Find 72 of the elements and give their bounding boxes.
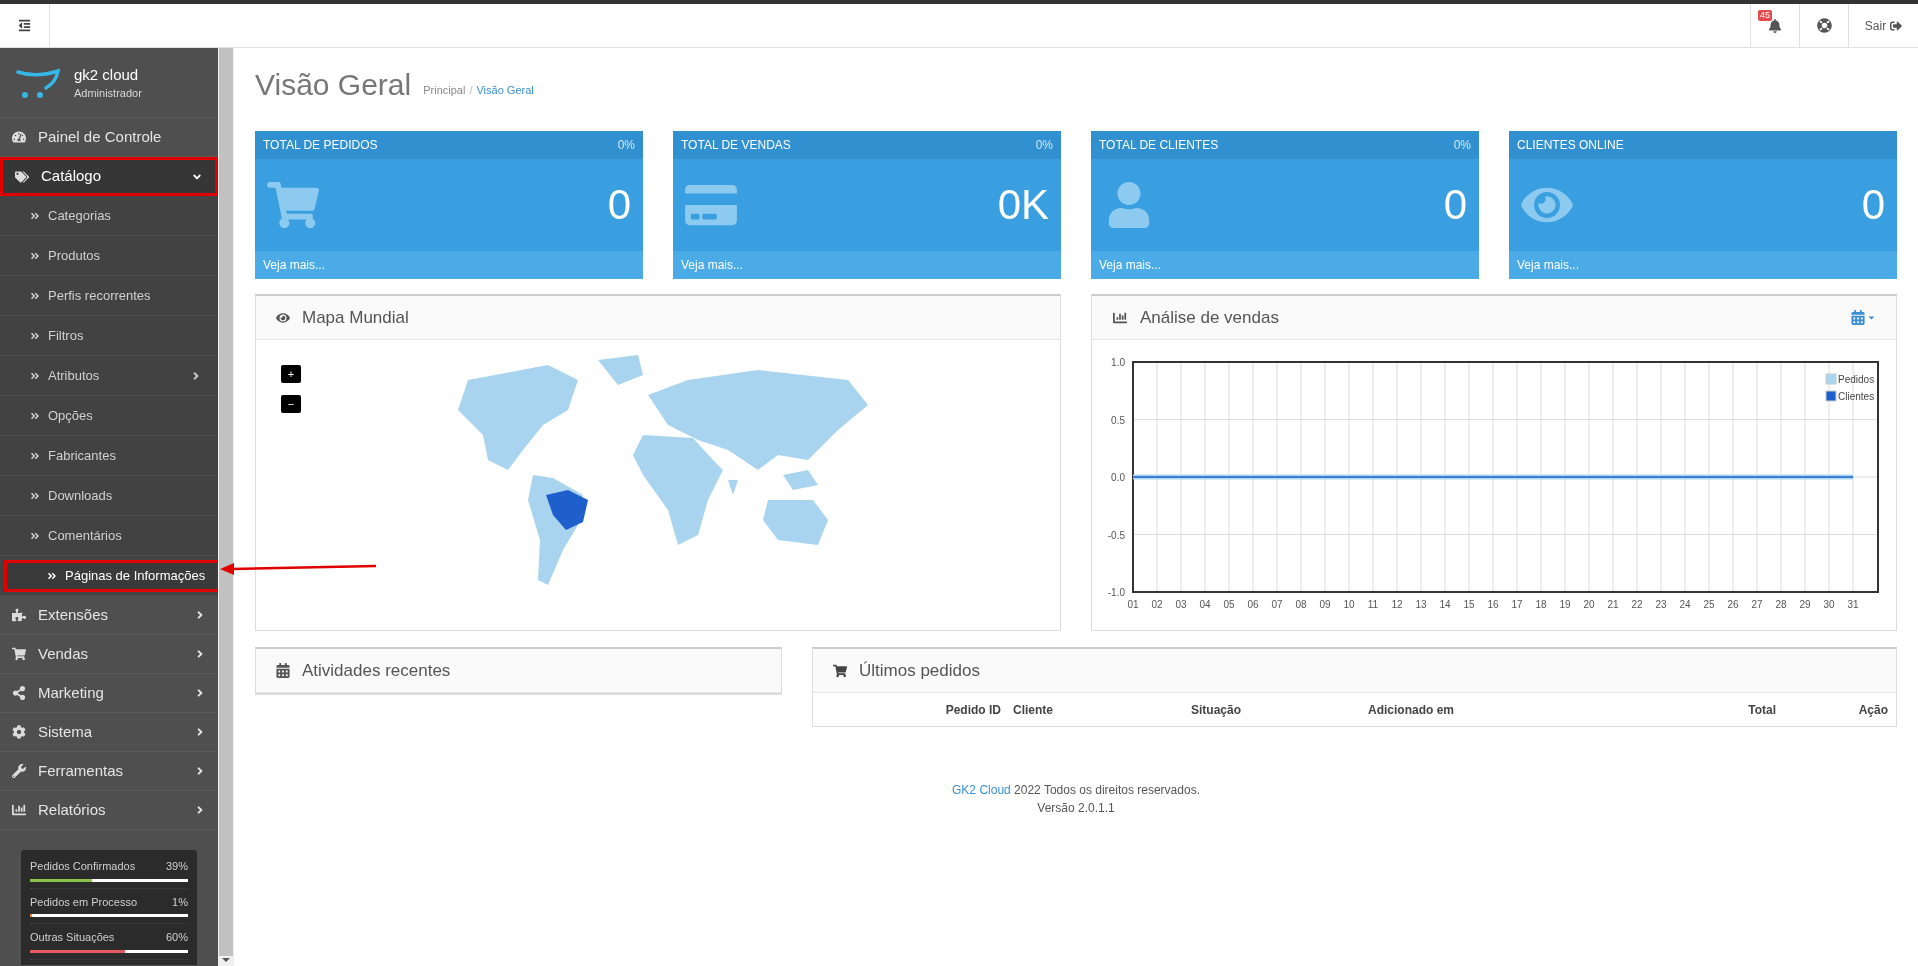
x-tick-label: 18: [1535, 599, 1547, 610]
x-tick-label: 24: [1679, 599, 1691, 610]
x-tick-label: 22: [1631, 599, 1643, 610]
x-tick-label: 26: [1727, 599, 1739, 610]
y-tick-label: 0.0: [1111, 472, 1125, 483]
x-tick-label: 16: [1487, 599, 1499, 610]
x-tick-label: 20: [1583, 599, 1595, 610]
y-tick-label: -0.5: [1107, 529, 1125, 541]
x-tick-label: 02: [1151, 599, 1163, 610]
x-tick-label: 01: [1127, 599, 1139, 610]
stat-reading: 60%: [165, 930, 188, 945]
y-tick-label: -1.0: [1107, 587, 1125, 598]
column-header: Total: [1747, 701, 1776, 719]
notification-badge: 45: [1758, 10, 1772, 21]
stat-reading: 39%: [165, 859, 188, 874]
stat-reading: 1%: [172, 894, 188, 910]
legend-label: Clientes: [1838, 391, 1875, 402]
x-tick-label: 19: [1559, 599, 1571, 610]
card-percent: 0%: [1453, 137, 1471, 154]
page-title: Visão Geral: [255, 70, 412, 100]
brand-name: gk2 cloud: [74, 64, 140, 85]
x-tick-label: 09: [1319, 599, 1331, 610]
x-tick-label: 14: [1439, 599, 1451, 610]
column-header: Pedido ID: [944, 701, 1002, 719]
card-title: TOTAL DE VENDAS: [681, 137, 791, 154]
x-tick-label: 28: [1775, 599, 1787, 610]
card-title: TOTAL DE PEDIDOS: [263, 137, 378, 154]
breadcrumb-separator: /: [469, 82, 473, 98]
x-tick-label: 31: [1847, 599, 1859, 610]
x-tick-label: 23: [1655, 599, 1667, 610]
x-tick-label: 13: [1415, 599, 1427, 610]
x-tick-label: 29: [1799, 599, 1811, 610]
card-value: 0: [607, 184, 631, 226]
x-tick-label: 08: [1295, 599, 1307, 610]
stat-label: Pedidos em Processo: [30, 894, 137, 910]
x-tick-label: 21: [1607, 599, 1619, 610]
column-header: Adicionado em: [1367, 701, 1455, 719]
card-percent: 0%: [617, 137, 635, 154]
panel-title: Análise de vendas: [1140, 306, 1279, 329]
version-text: Versão 2.0.1.1: [1037, 800, 1115, 817]
x-tick-label: 04: [1199, 599, 1211, 610]
y-tick-label: 1.0: [1111, 357, 1125, 368]
x-tick-label: 11: [1367, 599, 1379, 610]
column-header: Cliente: [1013, 701, 1054, 719]
card-percent: 0%: [1035, 137, 1053, 154]
panel-title: Atividades recentes: [302, 659, 451, 682]
x-tick-label: 12: [1391, 599, 1403, 610]
x-tick-label: 25: [1703, 599, 1715, 610]
x-tick-label: 27: [1751, 599, 1763, 610]
legend-label: Pedidos: [1838, 374, 1875, 385]
x-tick-label: 10: [1343, 599, 1355, 610]
x-tick-label: 17: [1511, 599, 1523, 610]
card-value: 0K: [997, 184, 1049, 226]
card-title: CLIENTES ONLINE: [1517, 137, 1624, 154]
stat-label: Pedidos Confirmados: [30, 859, 136, 874]
x-tick-label: 15: [1463, 599, 1475, 610]
column-header: Ação: [1857, 701, 1889, 719]
column-header: Situação: [1190, 701, 1241, 719]
card-value: 0: [1443, 184, 1467, 226]
card-value: 0: [1861, 184, 1885, 226]
x-tick-label: 05: [1223, 599, 1235, 610]
card-title: TOTAL DE CLIENTES: [1099, 137, 1219, 154]
x-tick-label: 30: [1823, 599, 1835, 610]
x-tick-label: 03: [1175, 599, 1187, 610]
y-tick-label: 0.5: [1111, 414, 1125, 426]
user-role: Administrador: [74, 85, 142, 101]
x-tick-label: 07: [1271, 599, 1283, 610]
x-tick-label: 06: [1247, 599, 1259, 610]
panel-title: Mapa Mundial: [302, 306, 409, 329]
stat-label: Outras Situações: [30, 930, 115, 945]
panel-title: Últimos pedidos: [859, 659, 980, 682]
copyright-text: GK2 Cloud 2022 Todos os direitos reservados.: [952, 782, 1200, 799]
